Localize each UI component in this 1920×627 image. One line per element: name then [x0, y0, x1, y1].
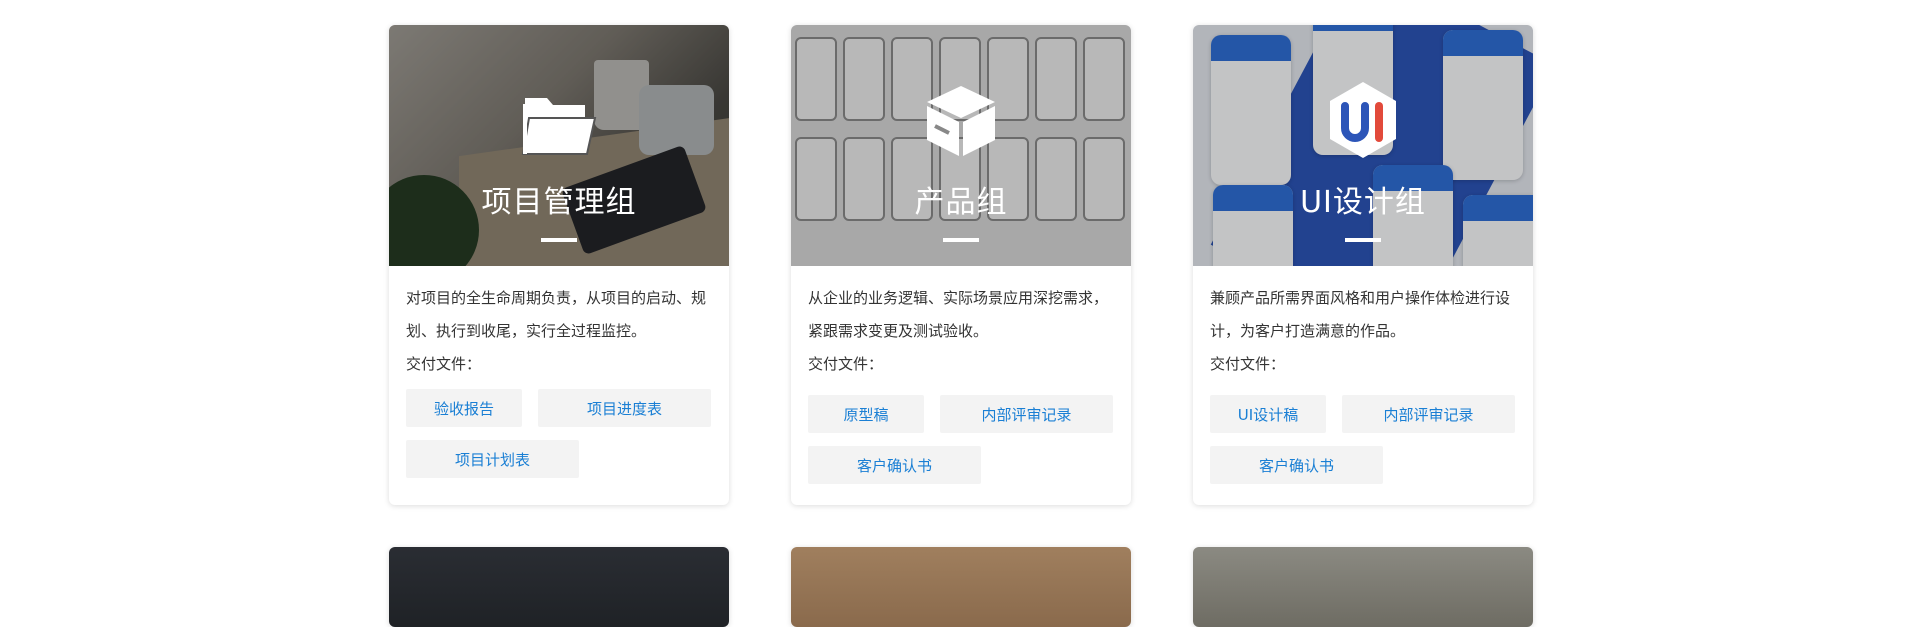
card-operations-partial[interactable]	[1193, 547, 1533, 627]
card-testing-partial[interactable]	[791, 547, 1131, 627]
deliverables-label: 交付文件：	[406, 355, 482, 373]
card-development-partial[interactable]	[389, 547, 729, 627]
ui-logo-icon	[1330, 82, 1396, 158]
deliverables-tags: 验收报告 项目进度表 项目计划表	[406, 389, 712, 478]
deliverables-label: 交付文件：	[1210, 355, 1286, 373]
card-title: UI设计组	[1300, 185, 1426, 220]
title-underline	[943, 238, 979, 242]
card-title: 项目管理组	[481, 185, 637, 220]
folder-icon	[521, 98, 597, 155]
card-description: 从企业的业务逻辑、实际场景应用深挖需求，紧跟需求变更及测试验收。	[808, 289, 1109, 340]
card-hero: 项目管理组	[389, 25, 729, 266]
hero-background-desk-photo	[791, 547, 1131, 627]
hero-background-laptop-photo	[1193, 547, 1533, 627]
deliverable-tag[interactable]: 客户确认书	[808, 446, 981, 484]
card-hero: UI设计组	[1193, 25, 1533, 266]
title-underline	[541, 238, 577, 242]
deliverables-tags: UI设计稿 内部评审记录 客户确认书	[1210, 395, 1516, 484]
card-title: 产品组	[914, 185, 1008, 220]
deliverable-tag[interactable]: 项目进度表	[538, 389, 711, 427]
card-hero: 产品组	[791, 25, 1131, 266]
deliverable-tag[interactable]: 验收报告	[406, 389, 522, 427]
deliverable-tag[interactable]: 客户确认书	[1210, 446, 1383, 484]
card-description: 兼顾产品所需界面风格和用户操作体检进行设计，为客户打造满意的作品。	[1210, 289, 1511, 340]
deliverable-tag[interactable]: 内部评审记录	[1342, 395, 1515, 433]
deliverables-label: 交付文件：	[808, 355, 884, 373]
deliverables-tags: 原型稿 内部评审记录 客户确认书	[808, 395, 1114, 484]
deliverable-tag[interactable]: 原型稿	[808, 395, 924, 433]
deliverable-tag[interactable]: 项目计划表	[406, 440, 579, 478]
title-underline	[1345, 238, 1381, 242]
box-icon	[927, 86, 995, 156]
card-description: 对项目的全生命周期负责，从项目的启动、规划、执行到收尾，实行全过程监控。	[406, 289, 707, 340]
card-ui-design[interactable]: UI设计组 兼顾产品所需界面风格和用户操作体检进行设计，为客户打造满意的作品。 …	[1193, 25, 1533, 505]
deliverable-tag[interactable]: UI设计稿	[1210, 395, 1326, 433]
card-project-management[interactable]: 项目管理组 对项目的全生命周期负责，从项目的启动、规划、执行到收尾，实行全过程监…	[389, 25, 729, 505]
hero-background-code-screen	[389, 547, 729, 627]
team-card-grid: 项目管理组 对项目的全生命周期负责，从项目的启动、规划、执行到收尾，实行全过程监…	[0, 0, 1920, 627]
deliverable-tag[interactable]: 内部评审记录	[940, 395, 1113, 433]
card-product[interactable]: 产品组 从企业的业务逻辑、实际场景应用深挖需求，紧跟需求变更及测试验收。 交付文…	[791, 25, 1131, 505]
